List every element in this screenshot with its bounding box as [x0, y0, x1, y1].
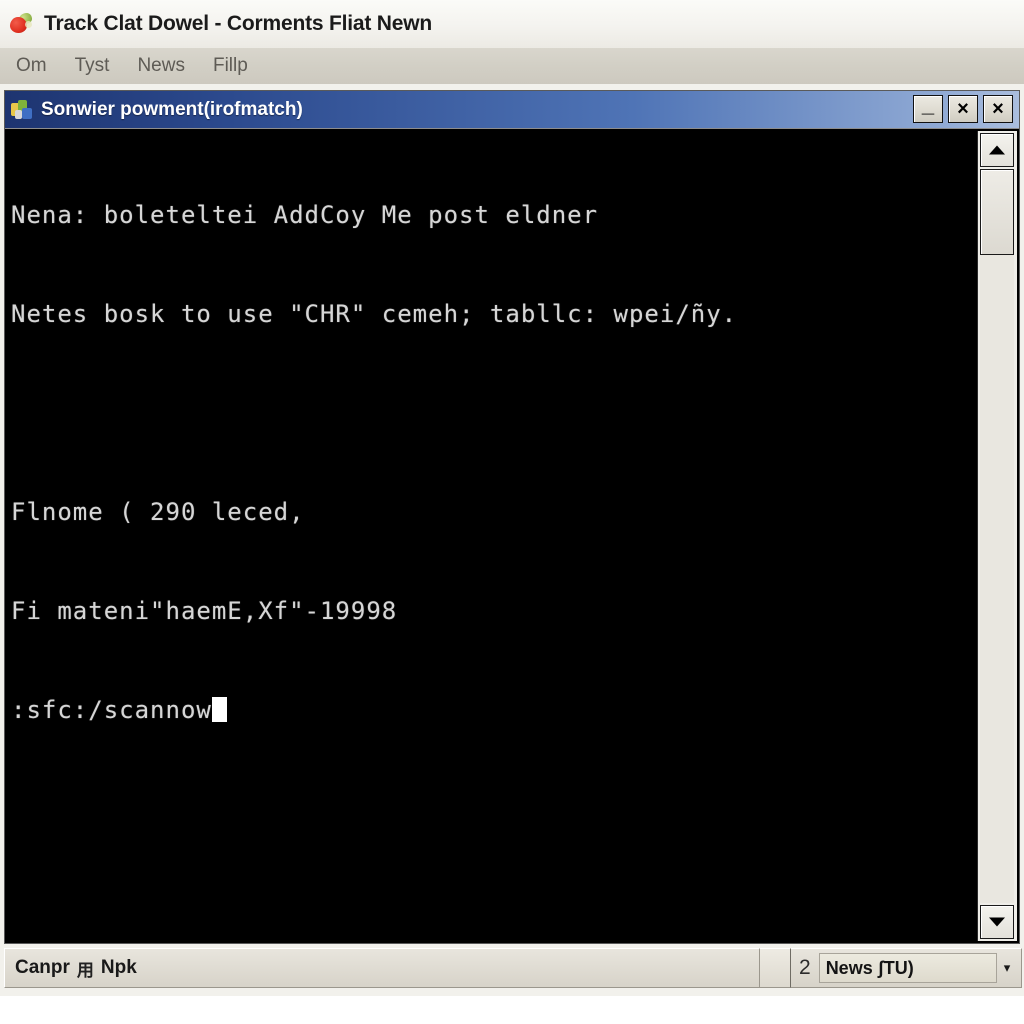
console-line: Flnome ( 290 leced, [11, 498, 305, 526]
status-spacer-panel [760, 948, 790, 988]
minimize-button[interactable]: _ [913, 92, 943, 123]
application-window: Track Clat Dowel - Corments Fliat Newn O… [0, 0, 1024, 996]
status-glyph-icon: 用 [76, 960, 94, 980]
status-combobox[interactable]: News ʃTU) [818, 953, 997, 983]
status-text-2: Npk [100, 957, 137, 978]
scrollbar-thumb[interactable] [980, 169, 1014, 255]
application-titlebar: Track Clat Dowel - Corments Fliat Newn [0, 0, 1024, 48]
status-right-panel: 2 News ʃTU) ▾ [790, 948, 1022, 988]
minimize-icon: _ [921, 92, 935, 117]
scrollbar-track[interactable] [980, 169, 1014, 903]
status-count: 2 [799, 956, 811, 979]
status-bar: Canpr 用 Npk 2 News ʃTU) ▾ [4, 948, 1022, 988]
chevron-down-icon[interactable]: ▾ [997, 960, 1017, 976]
scroll-down-arrow-icon [989, 917, 1005, 927]
console-title: Sonwier powment(irofmatch) [41, 98, 303, 120]
text-cursor [211, 697, 227, 722]
status-combobox-value: News ʃTU) [825, 957, 914, 978]
status-left-panel: Canpr 用 Npk [4, 948, 760, 988]
close-button-2[interactable]: × [983, 95, 1013, 123]
menu-item-fillp[interactable]: Fillp [199, 48, 262, 84]
console-line: Fi mateni"haemE,Xf"-19998 [11, 597, 398, 625]
console-text-block: Nena: boleteltei AddCoy Me post eldner N… [11, 133, 971, 793]
menu-item-news[interactable]: News [123, 48, 199, 84]
close-icon: × [992, 98, 1004, 120]
screen-root: Track Clat Dowel - Corments Fliat Newn O… [0, 0, 1024, 1024]
menu-item-om[interactable]: Om [2, 48, 61, 84]
close-icon: × [957, 98, 969, 120]
console-line: Nena: boleteltei AddCoy Me post eldner [11, 201, 599, 229]
console-scrollbar[interactable] [977, 131, 1017, 941]
console-output-area[interactable]: Nena: boleteltei AddCoy Me post eldner N… [5, 129, 1019, 943]
console-line: Netes bosk to use "CHR" cemeh; tabllc: w… [11, 300, 738, 328]
scroll-down-button[interactable] [980, 905, 1014, 939]
status-text: Canpr [15, 957, 70, 978]
window-controls: _ × × [913, 92, 1013, 123]
console-window: Sonwier powment(irofmatch) _ × × Nena: b… [4, 90, 1020, 944]
scroll-up-button[interactable] [980, 133, 1014, 167]
close-button-1[interactable]: × [948, 95, 978, 123]
page-title: Track Clat Dowel - Corments Fliat Newn [44, 12, 432, 35]
menu-bar: Om Tyst News Fillp [0, 48, 1024, 84]
menu-item-tyst[interactable]: Tyst [61, 48, 124, 84]
berry-icon [8, 11, 34, 37]
console-command-text: :sfc:/scannow [11, 696, 212, 724]
windows-console-icon [11, 99, 33, 121]
console-prompt-line: :sfc:/scannow [11, 694, 971, 727]
desktop-background [0, 996, 1024, 1024]
scroll-up-arrow-icon [989, 145, 1005, 155]
console-titlebar[interactable]: Sonwier powment(irofmatch) _ × × [5, 91, 1019, 129]
